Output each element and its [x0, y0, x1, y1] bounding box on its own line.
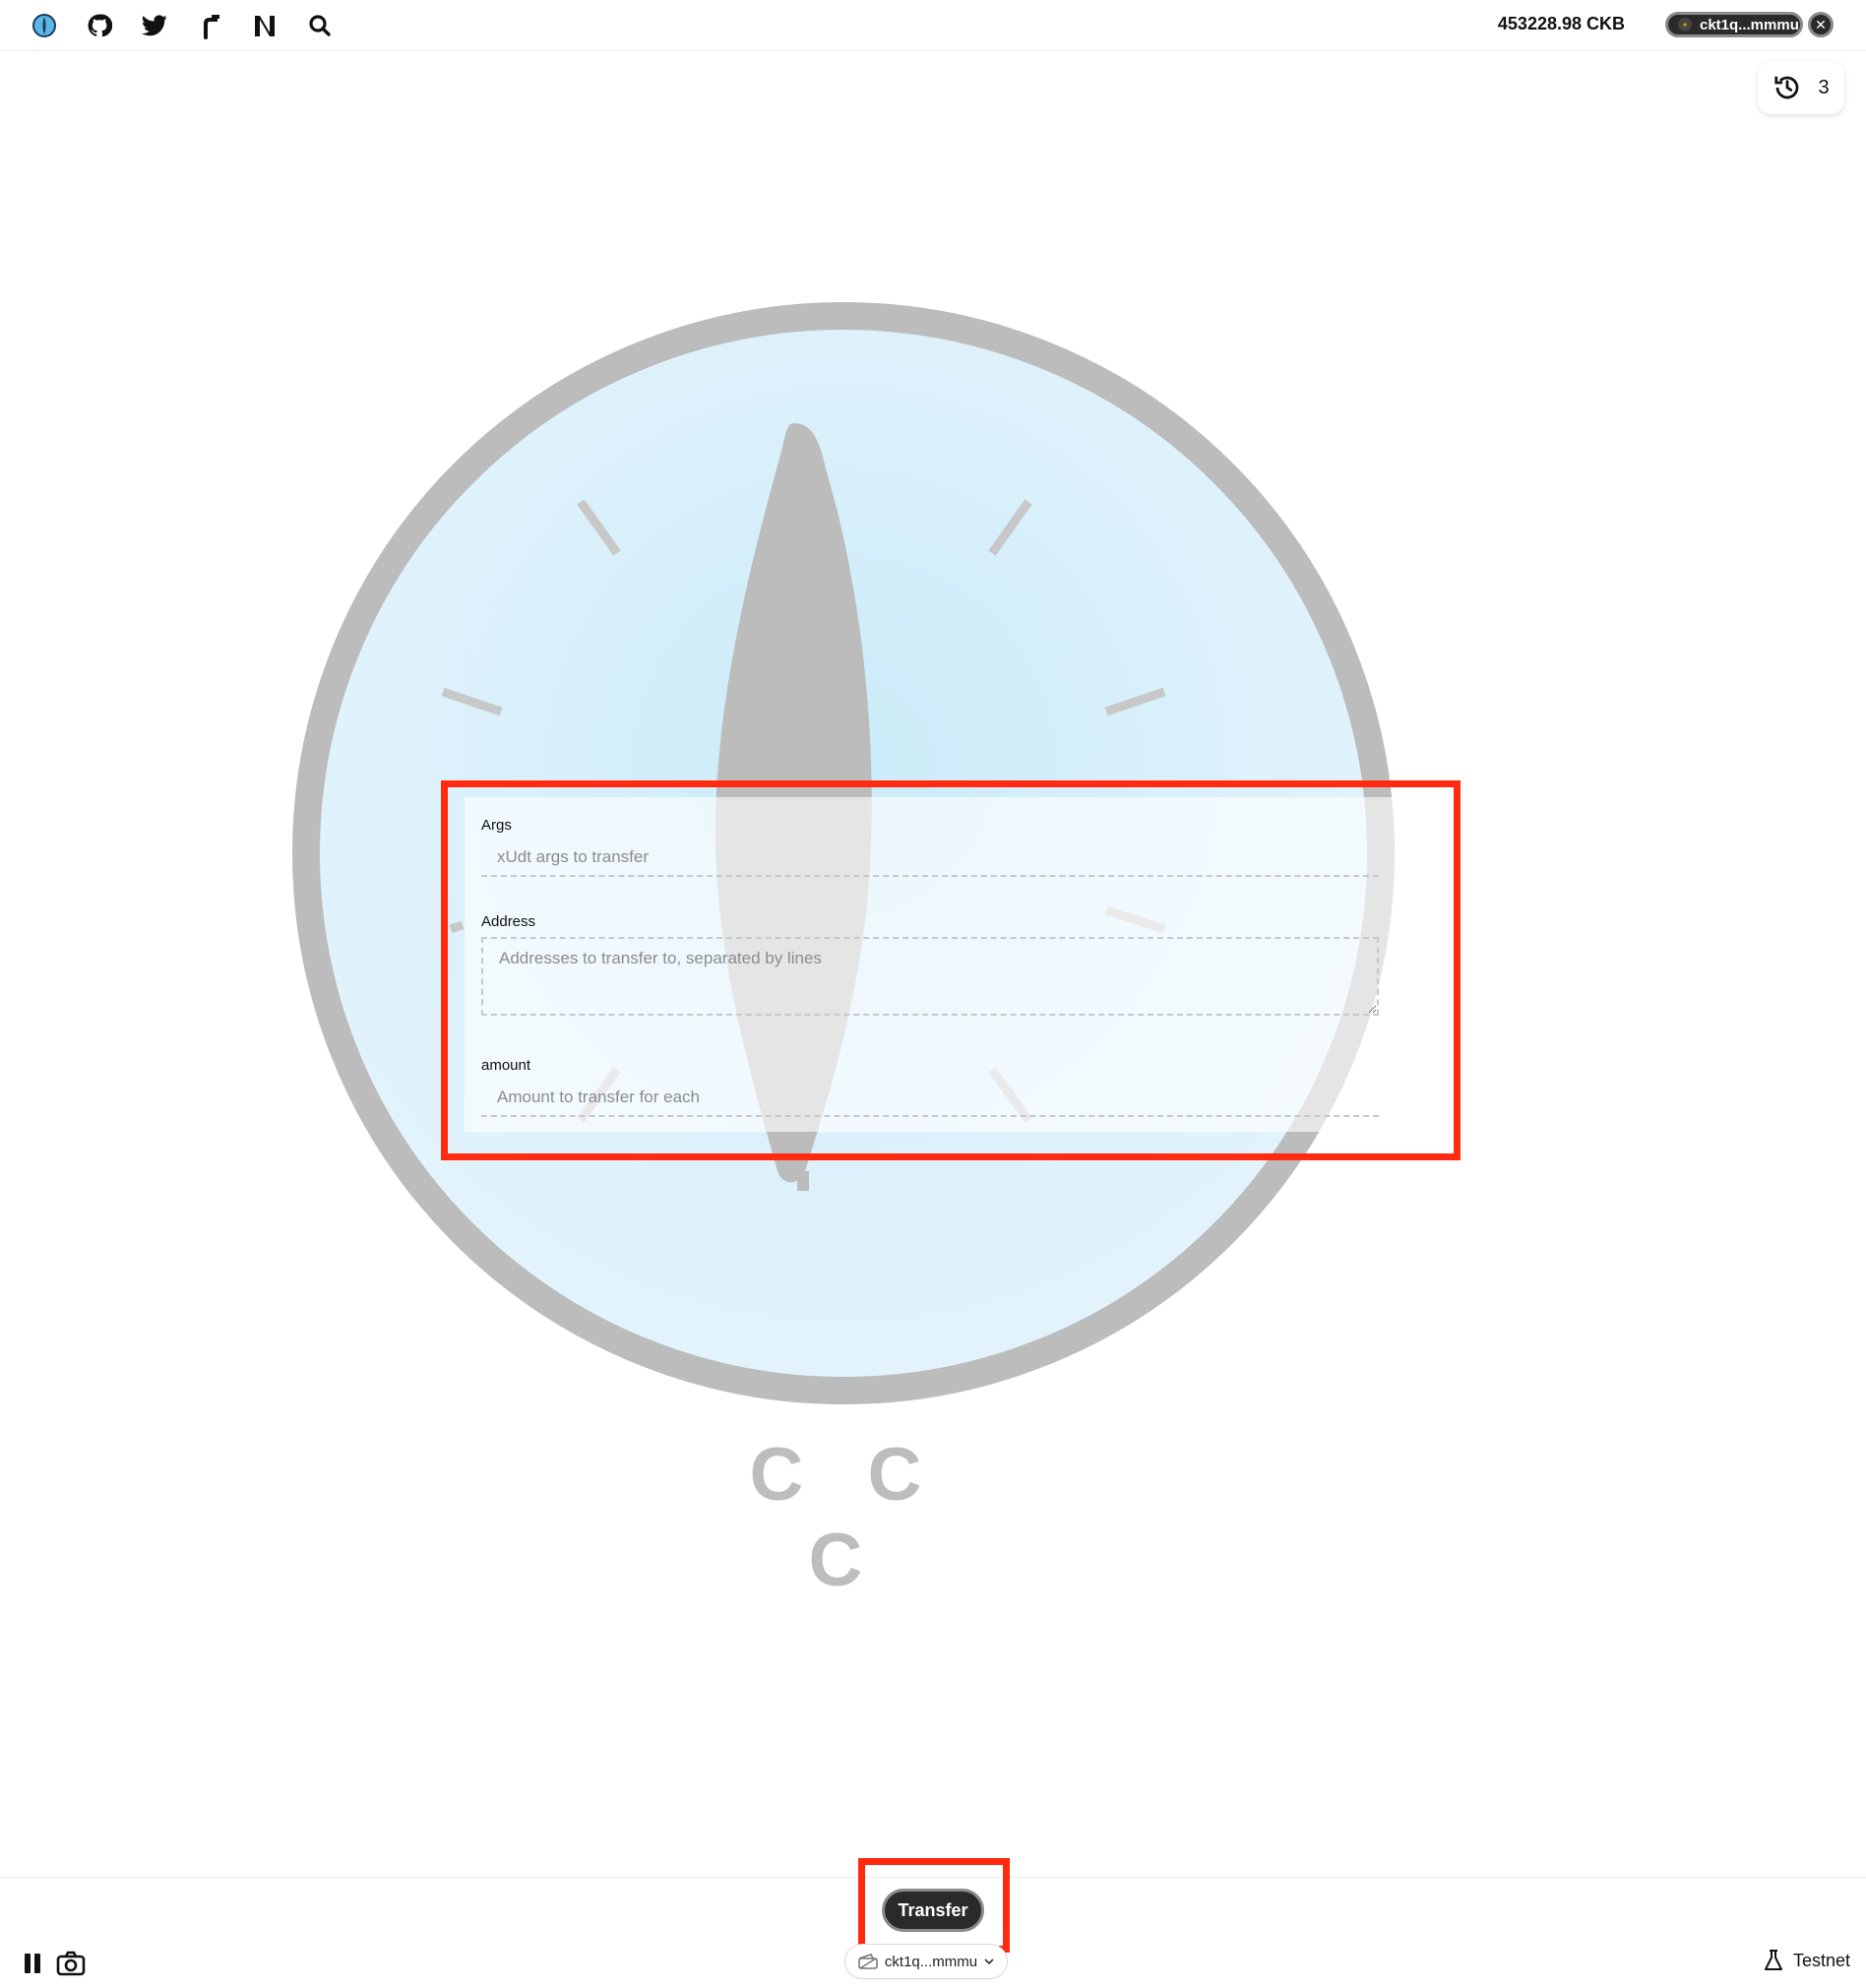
history-count: 3 — [1818, 76, 1830, 98]
dial-tick — [988, 499, 1032, 556]
search-icon[interactable] — [304, 10, 336, 41]
history-icon — [1774, 76, 1799, 99]
balance-display: 453228.98 CKB — [1497, 14, 1625, 33]
chevron-down-icon — [984, 1958, 994, 1965]
history-button[interactable]: 3 — [1758, 61, 1844, 114]
camera-icon[interactable] — [56, 1949, 86, 1978]
github-icon[interactable] — [84, 10, 115, 41]
address-label: Address — [481, 913, 536, 930]
address-textarea[interactable] — [481, 937, 1379, 1016]
amount-input[interactable] — [481, 1080, 1379, 1117]
dial-tick — [1104, 687, 1166, 716]
network-label: Testnet — [1792, 1950, 1850, 1970]
dial-tick — [577, 499, 621, 556]
nervos-icon[interactable] — [249, 10, 280, 41]
top-bar: 453228.98 CKB ✦ ckt1q...mmmu ✕ — [0, 0, 1866, 51]
address-selector-label: ckt1q...mmmu — [884, 1953, 978, 1970]
dial-tick — [441, 687, 503, 716]
wallet-address: ckt1q...mmmu — [1700, 16, 1799, 33]
wallet-avatar-icon: ✦ — [1678, 18, 1692, 31]
disconnect-button[interactable]: ✕ — [1808, 12, 1834, 37]
wallet-button[interactable]: ✦ ckt1q...mmmu — [1665, 12, 1803, 37]
twitter-icon[interactable] — [139, 10, 170, 41]
background-title: C C C — [749, 1433, 944, 1602]
wallet-icon — [858, 1954, 878, 1969]
dial-needle-base — [797, 1171, 809, 1191]
args-label: Args — [481, 817, 512, 834]
flask-icon — [1764, 1950, 1782, 1970]
faucet-icon[interactable] — [194, 10, 225, 41]
pause-icon[interactable] — [18, 1949, 47, 1978]
app-logo-icon[interactable] — [29, 10, 60, 41]
transfer-form: Args Address amount — [465, 797, 1449, 1132]
transfer-button[interactable]: Transfer — [882, 1889, 984, 1932]
dial-tick — [449, 920, 465, 934]
args-input[interactable] — [481, 839, 1379, 877]
address-selector[interactable]: ckt1q...mmmu — [844, 1944, 1008, 1979]
network-indicator[interactable]: Testnet — [1764, 1949, 1850, 1972]
close-icon: ✕ — [1815, 16, 1827, 32]
amount-label: amount — [481, 1057, 531, 1074]
